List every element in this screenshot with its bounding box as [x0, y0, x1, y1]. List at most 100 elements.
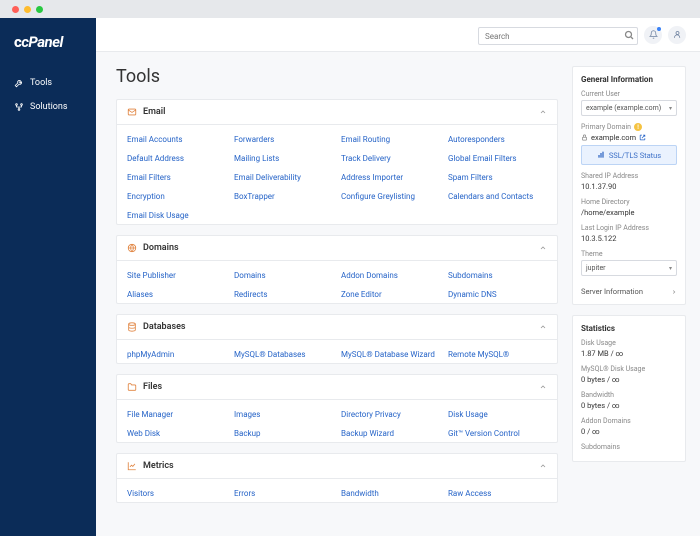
tool-link[interactable]: Zone Editor [341, 290, 440, 299]
tool-link[interactable]: Email Filters [127, 173, 226, 182]
window-chrome [0, 0, 700, 18]
label-last-login: Last Login IP Address [581, 224, 677, 232]
globe-icon [127, 243, 137, 253]
tool-link[interactable]: Mailing Lists [234, 154, 333, 163]
tool-link[interactable]: Errors [234, 489, 333, 498]
tool-link[interactable]: Email Disk Usage [127, 211, 226, 220]
tool-link[interactable]: MySQL® Databases [234, 350, 333, 359]
tool-link[interactable]: Autoresponders [448, 135, 547, 144]
sidebar-item-tools[interactable]: Tools [0, 71, 96, 95]
search-input[interactable] [478, 27, 638, 45]
external-link-icon[interactable] [639, 134, 646, 141]
tool-link[interactable]: MySQL® Database Wizard [341, 350, 440, 359]
bar-chart-icon [597, 151, 605, 159]
value-last-login: 10.3.5.122 [581, 234, 677, 243]
tool-link[interactable]: Remote MySQL® [448, 350, 547, 359]
link-grid-metrics: Visitors Errors Bandwidth Raw Access [127, 489, 547, 498]
section-header-files[interactable]: Files [117, 375, 557, 400]
tool-link[interactable]: Subdomains [448, 271, 547, 280]
server-information-link[interactable]: Server Information [581, 283, 677, 296]
chart-icon [127, 461, 137, 471]
tool-link[interactable]: Raw Access [448, 489, 547, 498]
tool-link[interactable]: Calendars and Contacts [448, 192, 547, 201]
tool-link[interactable]: Aliases [127, 290, 226, 299]
tool-link[interactable]: Email Routing [341, 135, 440, 144]
section-header-metrics[interactable]: Metrics [117, 454, 557, 479]
tool-link[interactable]: Visitors [127, 489, 226, 498]
label-addon-domains: Addon Domains [581, 417, 677, 425]
section-header-databases[interactable]: Databases [117, 315, 557, 340]
search-icon[interactable] [623, 29, 635, 41]
label-disk-usage: Disk Usage [581, 339, 677, 347]
tool-link[interactable]: Spam Filters [448, 173, 547, 182]
tool-link[interactable]: Encryption [127, 192, 226, 201]
chevron-up-icon [539, 108, 547, 116]
tool-link[interactable]: Directory Privacy [341, 410, 440, 419]
select-current-user[interactable]: example (example.com)▾ [581, 100, 677, 116]
tool-link[interactable]: File Manager [127, 410, 226, 419]
section-title: Databases [143, 322, 539, 332]
section-title: Metrics [143, 461, 539, 471]
panel-title: General Information [581, 75, 677, 84]
tool-link[interactable]: Dynamic DNS [448, 290, 547, 299]
value-bandwidth: 0 bytes / ∞ [581, 401, 677, 410]
caret-down-icon: ▾ [669, 105, 672, 112]
tool-link[interactable]: Email Deliverability [234, 173, 333, 182]
sidebar-item-solutions[interactable]: Solutions [0, 95, 96, 119]
value-addon-domains: 0 / ∞ [581, 427, 677, 436]
tool-link[interactable]: Email Accounts [127, 135, 226, 144]
tool-link[interactable]: Track Delivery [341, 154, 440, 163]
sidebar-item-label: Solutions [30, 102, 68, 112]
link-grid-email: Email Accounts Forwarders Email Routing Aut… [127, 135, 547, 220]
tool-link[interactable]: Disk Usage [448, 410, 547, 419]
label-theme: Theme [581, 250, 677, 258]
section-files: Files File Manager Images Directory Privac… [116, 374, 558, 443]
ssl-status-button[interactable]: SSL/TLS Status [581, 145, 677, 165]
tool-link[interactable]: Backup Wizard [341, 429, 440, 438]
tool-link[interactable]: Forwarders [234, 135, 333, 144]
value-shared-ip: 10.1.37.90 [581, 182, 677, 191]
chevron-up-icon [539, 383, 547, 391]
database-icon [127, 322, 137, 332]
topbar [96, 18, 700, 52]
user-menu-button[interactable] [668, 26, 686, 44]
tool-link[interactable]: Git™ Version Control [448, 429, 547, 438]
section-header-email[interactable]: Email [117, 100, 557, 125]
link-grid-databases: phpMyAdmin MySQL® Databases MySQL® Databas… [127, 350, 547, 359]
tool-link[interactable]: Address Importer [341, 173, 440, 182]
label-shared-ip: Shared IP Address [581, 172, 677, 180]
select-theme[interactable]: jupiter▾ [581, 260, 677, 276]
notifications-button[interactable] [644, 26, 662, 44]
label-bandwidth: Bandwidth [581, 391, 677, 399]
section-title: Email [143, 107, 539, 117]
link-grid-domains: Site Publisher Domains Addon Domains Subdom… [127, 271, 547, 299]
tool-link[interactable]: BoxTrapper [234, 192, 333, 201]
section-metrics: Metrics Visitors Errors Bandwidth Raw Acces… [116, 453, 558, 503]
tool-link[interactable]: Bandwidth [341, 489, 440, 498]
tool-link[interactable]: Backup [234, 429, 333, 438]
email-icon [127, 107, 137, 117]
tool-link[interactable]: Configure Greylisting [341, 192, 440, 201]
section-title: Domains [143, 243, 539, 253]
chevron-up-icon [539, 462, 547, 470]
tool-link[interactable]: phpMyAdmin [127, 350, 226, 359]
tool-link[interactable]: Addon Domains [341, 271, 440, 280]
value-disk-usage: 1.87 MB / ∞ [581, 349, 677, 358]
window-maximize-button[interactable] [36, 6, 43, 13]
tool-link[interactable]: Global Email Filters [448, 154, 547, 163]
window-close-button[interactable] [12, 6, 19, 13]
tool-link[interactable]: Web Disk [127, 429, 226, 438]
window-minimize-button[interactable] [24, 6, 31, 13]
tool-link[interactable]: Domains [234, 271, 333, 280]
tool-link[interactable]: Images [234, 410, 333, 419]
section-header-domains[interactable]: Domains [117, 236, 557, 261]
tool-link[interactable]: Redirects [234, 290, 333, 299]
chevron-right-icon [671, 289, 677, 295]
tool-link[interactable]: Default Address [127, 154, 226, 163]
value-primary-domain: example.com [581, 133, 677, 142]
notification-badge [657, 27, 661, 31]
lock-icon [581, 134, 588, 141]
tool-link[interactable]: Site Publisher [127, 271, 226, 280]
section-domains: Domains Site Publisher Domains Addon Domai… [116, 235, 558, 304]
sidebar-item-label: Tools [30, 78, 52, 88]
